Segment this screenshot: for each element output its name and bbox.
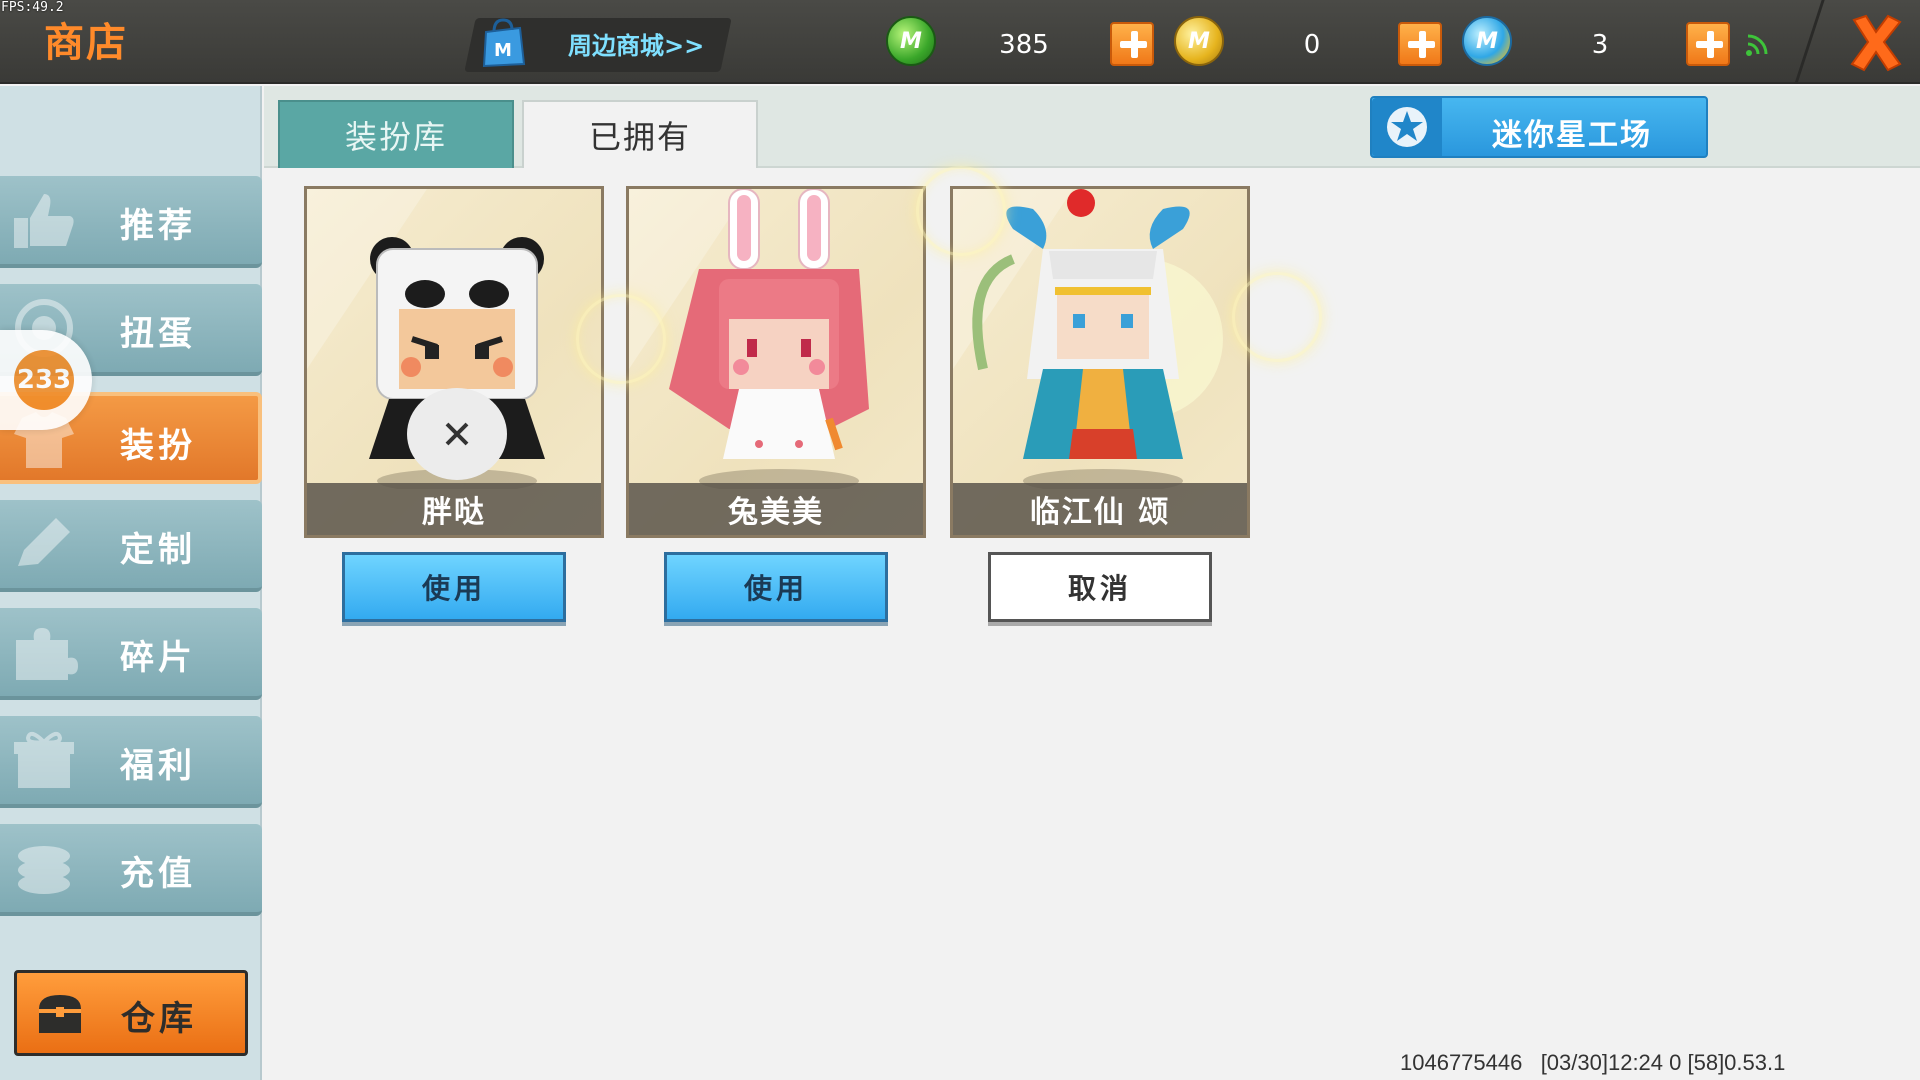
chest-icon: [39, 995, 81, 1033]
use-button[interactable]: 使用: [342, 552, 566, 622]
costume-name: 兔美美: [629, 483, 923, 535]
topbar-divider: [1794, 0, 1825, 84]
page-title: 商店: [44, 20, 128, 66]
puzzle-icon: [16, 628, 78, 680]
mall-link[interactable]: 周边商城>>: [568, 26, 704, 61]
sidebar-item-label: 充值: [120, 854, 196, 894]
pencil-icon: [18, 518, 70, 566]
rabbit-girl-character-image: [629, 189, 869, 489]
green-bean-count: 385: [999, 30, 1049, 60]
warehouse-label: 仓库: [121, 999, 197, 1039]
add-green-bean-button[interactable]: [1110, 22, 1154, 66]
sidebar-item-label: 碎片: [120, 638, 196, 678]
sidebar-item-recommend[interactable]: 推荐: [0, 176, 262, 268]
costume-name: 临江仙 颂: [953, 483, 1247, 535]
shopping-bag-icon[interactable]: M: [478, 16, 528, 68]
sidebar-item-label: 扭蛋: [120, 314, 196, 354]
tab-owned[interactable]: 已拥有: [522, 100, 758, 168]
green-bean-icon: M: [886, 16, 936, 66]
tab-costume-library[interactable]: 装扮库: [278, 100, 514, 168]
sidebar-item-recharge[interactable]: 充值: [0, 824, 262, 916]
sparkle-effect: [916, 166, 1006, 256]
sidebar-item-label: 推荐: [120, 206, 196, 246]
sidebar-item-welfare[interactable]: 福利: [0, 716, 262, 808]
wifi-signal-icon: [1746, 34, 1768, 56]
gold-coin-icon: M: [1174, 16, 1224, 66]
tab-strip: 装扮库 已拥有 迷你星工场: [264, 86, 1920, 168]
close-icon[interactable]: [1848, 12, 1904, 72]
debug-info: 1046775446 [03/30]12:24 0 [58]0.53.1: [1400, 1050, 1786, 1075]
costume-card[interactable]: 兔美美: [626, 186, 926, 538]
sidebar-item-label: 装扮: [120, 426, 196, 466]
add-blue-point-button[interactable]: [1686, 22, 1730, 66]
sidebar: 推荐 扭蛋 装扮 定制 碎片 福利 充值 仓库: [0, 86, 262, 1080]
sidebar-item-fragments[interactable]: 碎片: [0, 608, 262, 700]
gold-coin-count: 0: [1303, 30, 1321, 60]
workshop-label: 迷你星工场: [1492, 118, 1652, 153]
use-button[interactable]: 使用: [664, 552, 888, 622]
star-icon: [1387, 107, 1427, 147]
thumbs-up-icon: [14, 194, 74, 248]
sparkle-effect: [1232, 272, 1322, 362]
coins-icon: [18, 846, 70, 894]
costume-name: 胖哒: [307, 483, 601, 535]
top-bar: 商店 M 周边商城>> M 385 M 0 M 3: [0, 0, 1920, 84]
fps-counter: FPS:49.2: [1, 0, 64, 15]
main-panel: 装扮库 已拥有 迷你星工场 胖哒 使用 兔美美 使用 临江仙 颂 取消: [264, 86, 1920, 1080]
cancel-button[interactable]: 取消: [988, 552, 1212, 622]
warehouse-button[interactable]: 仓库: [14, 970, 248, 1056]
costume-card[interactable]: 胖哒: [304, 186, 604, 538]
blue-point-count: 3: [1591, 30, 1609, 60]
sidebar-item-custom[interactable]: 定制: [0, 500, 262, 592]
blue-point-icon: M: [1462, 16, 1512, 66]
svg-text:M: M: [494, 40, 512, 61]
workshop-icon-box: [1372, 98, 1442, 156]
badge-count: 233: [14, 350, 74, 410]
workshop-button[interactable]: 迷你星工场: [1370, 96, 1708, 158]
sidebar-item-label: 福利: [120, 746, 196, 786]
gift-icon: [14, 731, 74, 788]
panda-character-image: [307, 189, 545, 489]
sparkle-effect: [576, 294, 666, 384]
sidebar-item-label: 定制: [120, 530, 196, 570]
add-gold-coin-button[interactable]: [1398, 22, 1442, 66]
